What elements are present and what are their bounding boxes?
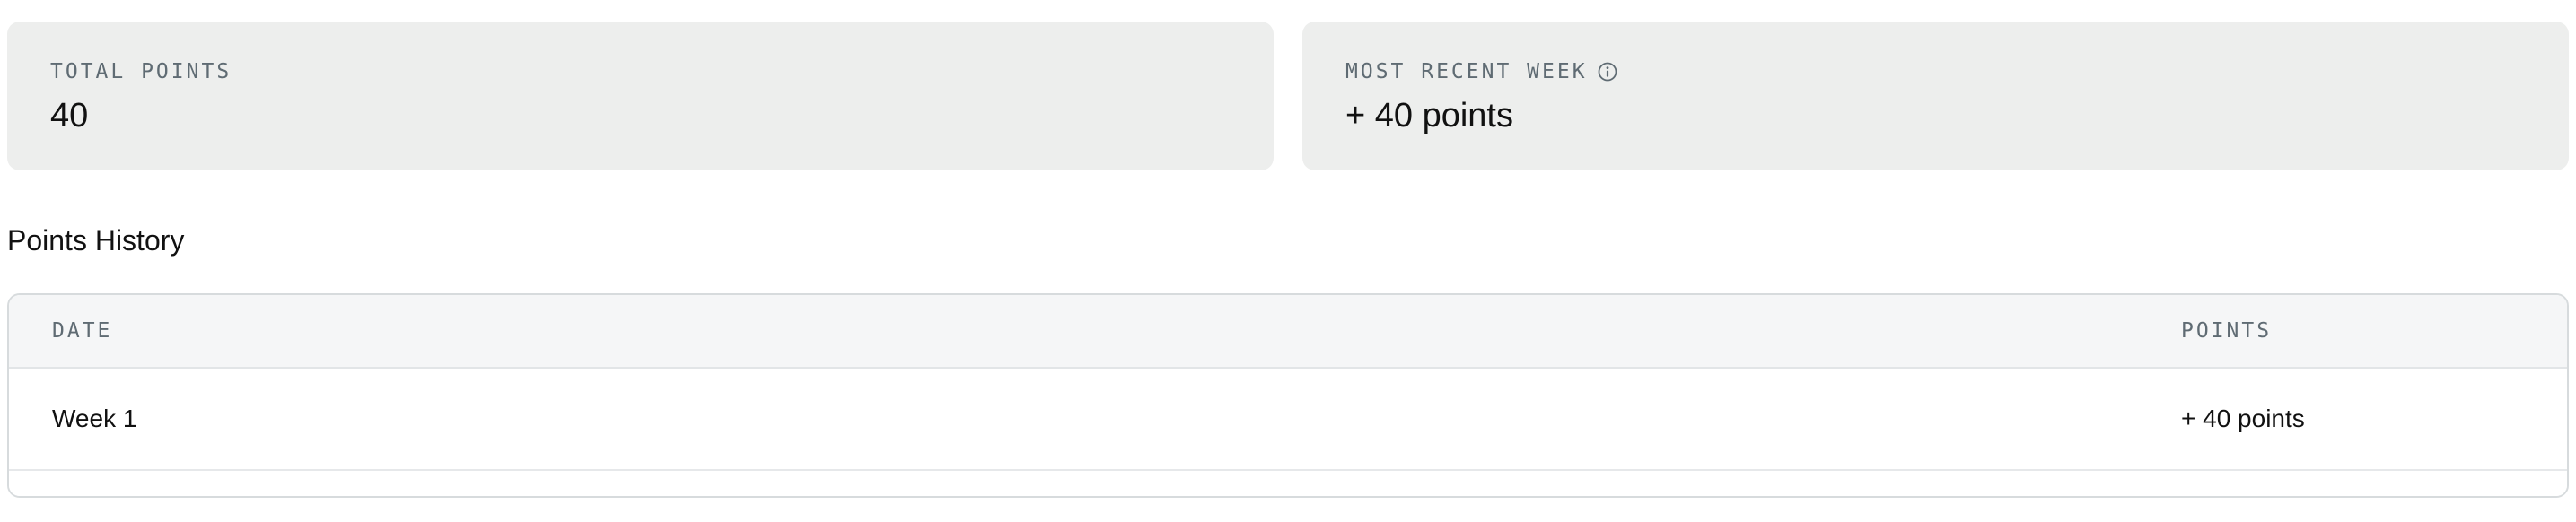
total-points-value: 40: [50, 97, 89, 135]
table-header: DATE POINTS: [9, 295, 2567, 369]
row-points: + 40 points: [2181, 405, 2305, 432]
total-points-label-text: TOTAL POINTS: [50, 60, 232, 83]
total-points-label: TOTAL POINTS: [50, 59, 1231, 84]
most-recent-week-card: MOST RECENT WEEK + 40 points: [1302, 22, 2569, 170]
stats-cards: TOTAL POINTS 40 MOST RECENT WEEK + 40 po…: [7, 22, 2569, 170]
info-icon[interactable]: [1597, 61, 1618, 83]
date-column-header: DATE: [52, 319, 113, 343]
most-recent-week-label: MOST RECENT WEEK: [1345, 59, 2526, 84]
points-history-table: DATE POINTS Week 1 + 40 points: [7, 293, 2569, 498]
points-page: TOTAL POINTS 40 MOST RECENT WEEK + 40 po…: [0, 0, 2576, 522]
most-recent-week-value: + 40 points: [1345, 97, 1513, 135]
table-row: Week 1 + 40 points: [9, 369, 2567, 471]
points-column-header: POINTS: [2181, 319, 2273, 343]
points-history-title: Points History: [7, 224, 185, 257]
table-footer-strip: [9, 471, 2567, 496]
row-date: Week 1: [52, 405, 137, 432]
total-points-card: TOTAL POINTS 40: [7, 22, 1274, 170]
most-recent-week-label-text: MOST RECENT WEEK: [1345, 60, 1588, 83]
